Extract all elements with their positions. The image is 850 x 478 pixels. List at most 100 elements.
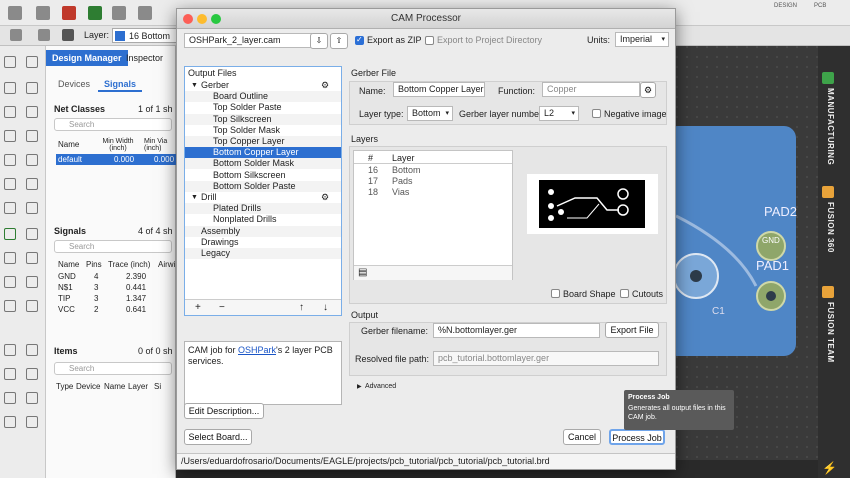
items-search[interactable]: Search (54, 362, 172, 375)
open-icon[interactable] (8, 6, 22, 20)
tab-signals[interactable]: Signals (98, 76, 143, 92)
name-field[interactable]: Bottom Copper Layer (393, 82, 485, 97)
remove-output-button[interactable]: − (219, 302, 225, 313)
show-tool-icon[interactable] (26, 56, 38, 68)
filter-icon[interactable] (62, 29, 74, 41)
manufacturing-icon[interactable] (822, 72, 834, 84)
job-file-field[interactable]: OSHPark_2_layer.cam (184, 33, 312, 48)
tab-devices[interactable]: Devices (52, 76, 96, 92)
process-job-button[interactable]: Process Job (609, 429, 665, 445)
erc-tool-icon[interactable] (4, 368, 16, 380)
output-item[interactable]: Assembly (185, 225, 341, 237)
oshpark-link[interactable]: OSHPark (238, 345, 276, 355)
units-select[interactable]: Imperial ▾ (615, 32, 669, 47)
function-field[interactable]: Copper (542, 82, 640, 97)
output-item[interactable]: Plated Drills (185, 203, 341, 215)
output-item[interactable]: Legacy (185, 248, 341, 259)
layer-name[interactable]: Vias (392, 187, 409, 197)
tab-design-manager[interactable]: Design Manager (46, 50, 128, 66)
paste-tool-icon[interactable] (4, 154, 16, 166)
polygon-tool-icon[interactable] (26, 228, 38, 240)
move-down-button[interactable]: ↓ (323, 302, 328, 313)
print-icon[interactable] (112, 6, 126, 20)
output-item[interactable]: Top Solder Mask (185, 125, 341, 136)
text-tool-icon[interactable] (26, 252, 38, 264)
ratsnest-tool-icon[interactable] (4, 344, 16, 356)
circle-tool-icon[interactable] (4, 276, 16, 288)
gerber-layer-select[interactable]: L2 ▾ (539, 106, 579, 121)
output-item[interactable]: Nonplated Drills (185, 214, 341, 225)
tab-inspector[interactable]: Inspector (120, 50, 169, 66)
net-classes-search[interactable]: Search (54, 118, 172, 131)
fusion360-tab[interactable]: FUSION 360 (826, 202, 835, 253)
output-item[interactable]: Drawings (185, 237, 341, 248)
layer-type-select[interactable]: Bottom ▾ (407, 106, 453, 121)
output-item[interactable]: Bottom Solder Mask (185, 158, 341, 170)
output-item[interactable]: Bottom Silkscreen (185, 170, 341, 181)
output-item[interactable]: ▼ ⚙ Gerber (185, 80, 341, 91)
ripup-tool-icon[interactable] (26, 202, 38, 214)
hole-tool-icon[interactable] (4, 252, 16, 264)
board-icon[interactable] (88, 6, 102, 20)
grid-icon[interactable] (38, 29, 50, 41)
signal-name[interactable]: TIP (58, 294, 70, 303)
errors-tool-icon[interactable] (26, 368, 38, 380)
wire-tool-icon[interactable] (26, 300, 38, 312)
disclosure-icon[interactable]: ▼ (191, 192, 198, 203)
attribute-tool-icon[interactable] (4, 392, 16, 404)
board-shape-checkbox[interactable] (551, 289, 560, 298)
move-up-button[interactable]: ↑ (299, 302, 304, 313)
output-item[interactable]: Top Solder Paste (185, 102, 341, 113)
export-file-button[interactable]: Export File (605, 322, 659, 338)
schematic-icon[interactable] (62, 6, 76, 20)
move-tool-icon[interactable] (4, 82, 16, 94)
output-item[interactable]: ▼ ⚙ Drill (185, 192, 341, 203)
split-tool-icon[interactable] (4, 178, 16, 190)
layer-select[interactable]: 16 Bottom (112, 28, 178, 43)
gear-icon[interactable]: ⚙ (640, 82, 656, 98)
signals-search[interactable]: Search (54, 240, 172, 253)
rotate-tool-icon[interactable] (4, 106, 16, 118)
advanced-toggle[interactable]: Advanced (365, 381, 396, 393)
arc-tool-icon[interactable] (26, 276, 38, 288)
cut-tool-icon[interactable] (26, 154, 38, 166)
lightning-icon[interactable]: ⚡ (822, 462, 837, 474)
layer-name[interactable]: Bottom (392, 165, 421, 175)
save-icon[interactable] (36, 6, 50, 20)
fusion360-icon[interactable] (822, 186, 834, 198)
cam-icon[interactable] (138, 6, 152, 20)
open-job-icon[interactable]: ⇧ (330, 33, 348, 49)
cancel-button[interactable]: Cancel (563, 429, 601, 445)
output-item[interactable]: Top Copper Layer (185, 136, 341, 147)
negative-image-checkbox[interactable] (592, 109, 601, 118)
delete-tool-icon[interactable] (26, 130, 38, 142)
edit-description-button[interactable]: Edit Description... (184, 403, 264, 419)
lock-tool-icon[interactable] (4, 416, 16, 428)
copy-tool-icon[interactable] (26, 82, 38, 94)
cutouts-checkbox[interactable] (620, 289, 629, 298)
advanced-caret-icon[interactable]: ▶ (357, 383, 362, 390)
info-tool-icon[interactable] (4, 56, 16, 68)
replace-tool-icon[interactable] (26, 416, 38, 428)
miter-tool-icon[interactable] (26, 178, 38, 190)
select-board-button[interactable]: Select Board... (184, 429, 252, 445)
save-job-icon[interactable]: ⇩ (310, 33, 328, 49)
output-item[interactable]: Bottom Copper Layer (185, 147, 341, 159)
rect-tool-icon[interactable] (4, 300, 16, 312)
disclosure-icon[interactable]: ▼ (191, 80, 198, 91)
drc-tool-icon[interactable] (26, 344, 38, 356)
output-item[interactable]: Bottom Solder Paste (185, 180, 341, 192)
dimension-tool-icon[interactable] (26, 392, 38, 404)
fusion-team-tab[interactable]: FUSION TEAM (826, 302, 835, 363)
mirror-tool-icon[interactable] (26, 106, 38, 118)
layer-name[interactable]: Pads (392, 176, 413, 186)
gear-icon[interactable]: ⚙ (321, 192, 329, 203)
via-tool-icon[interactable] (4, 228, 16, 240)
fusion-team-icon[interactable] (822, 286, 834, 298)
table-row[interactable]: default 0.000 0.000 (56, 154, 176, 165)
info-icon[interactable] (10, 29, 22, 41)
layer-settings-icon[interactable]: ▤ (358, 267, 367, 278)
add-output-button[interactable]: + (195, 302, 201, 313)
route-tool-icon[interactable] (4, 202, 16, 214)
manufacturing-tab[interactable]: MANUFACTURING (826, 88, 835, 165)
